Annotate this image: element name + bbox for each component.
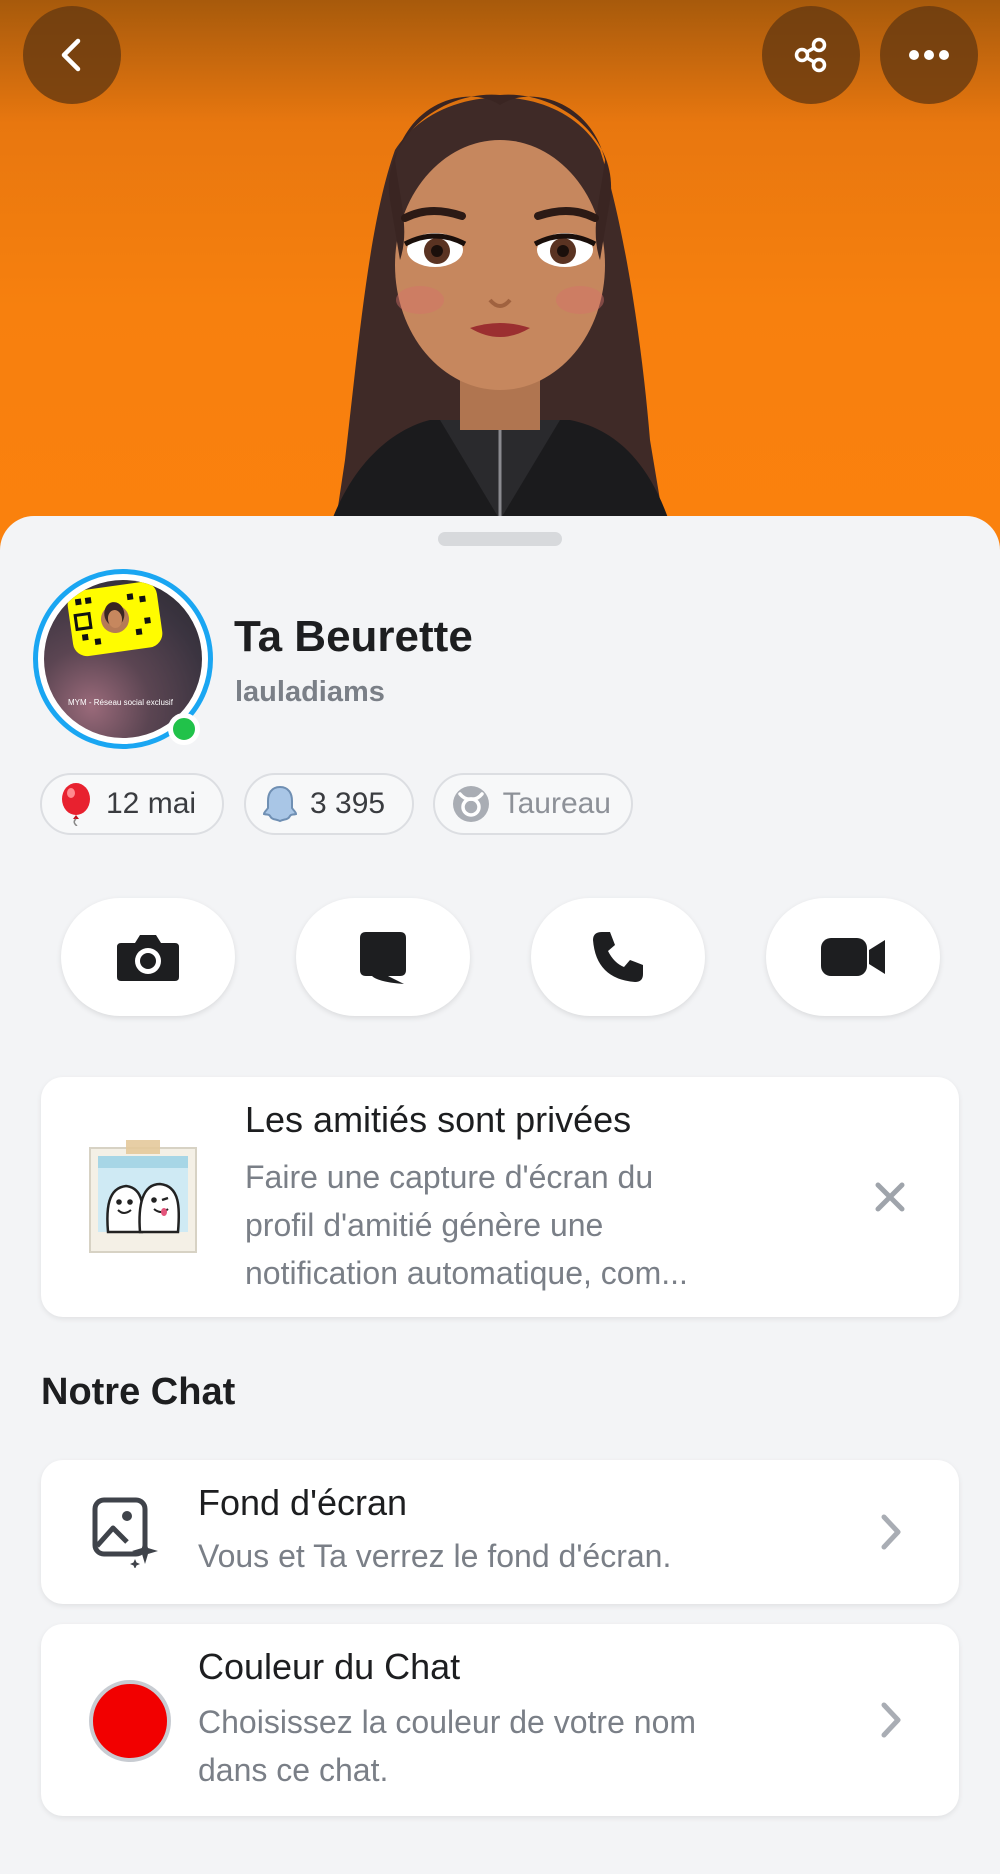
privacy-title: Les amitiés sont privées <box>245 1099 632 1140</box>
wallpaper-title: Fond d'écran <box>198 1482 408 1523</box>
camera-button[interactable] <box>61 898 235 1016</box>
share-button[interactable] <box>762 6 860 104</box>
chat-color-description-line-1: Choisissez la couleur de votre nom <box>198 1704 697 1740</box>
balloon-icon <box>62 783 90 826</box>
snapcode-icon <box>65 580 165 658</box>
privacy-notice-card: Les amitiés sont privées Faire une captu… <box>41 1077 959 1317</box>
share-icon <box>794 37 827 73</box>
chevron-right-icon <box>881 1702 901 1738</box>
wallpaper-setting-item[interactable]: Fond d'écran Vous et Ta verrez le fond d… <box>41 1460 959 1604</box>
wallpaper-icon <box>92 1497 158 1568</box>
chat-color-title: Couleur du Chat <box>198 1646 461 1687</box>
back-button[interactable] <box>23 6 121 104</box>
birthday-label: 12 mai <box>106 787 197 820</box>
voice-call-button[interactable] <box>531 898 705 1016</box>
privacy-description: Faire une capture d'écran du profil d'am… <box>245 1153 688 1297</box>
username: lauladiams <box>235 676 385 708</box>
snap-score-chip[interactable]: 3 395 <box>244 773 414 835</box>
chevron-left-icon <box>61 38 81 72</box>
chat-color-description-line-2: dans ce chat. <box>198 1752 389 1788</box>
online-status-dot <box>168 713 200 745</box>
chevron-right-icon <box>881 1514 901 1550</box>
snap-score-label: 3 395 <box>310 787 386 820</box>
birthday-chip[interactable]: 12 mai <box>40 773 224 835</box>
taurus-icon <box>453 786 489 822</box>
more-dots-icon <box>909 50 949 60</box>
zodiac-chip[interactable]: Taureau <box>433 773 633 835</box>
video-icon <box>821 938 885 976</box>
snapcode-caption: MYM - Réseau social exclusif <box>68 698 173 707</box>
chat-icon <box>360 932 406 984</box>
phone-icon <box>593 932 643 982</box>
bitmoji-hero <box>0 0 1000 560</box>
camera-icon <box>117 935 179 981</box>
chat-button[interactable] <box>296 898 470 1016</box>
chat-color-description: Choisissez la couleur de votre nom dans … <box>198 1698 696 1794</box>
privacy-description-line-1: Faire une capture d'écran du <box>245 1159 654 1195</box>
friendship-polaroid-icon <box>89 1140 197 1253</box>
display-name: Ta Beurette <box>234 612 473 661</box>
sheet-grabber[interactable] <box>438 532 562 546</box>
more-options-button[interactable] <box>880 6 978 104</box>
wallpaper-subtitle: Vous et Ta verrez le fond d'écran. <box>198 1538 672 1574</box>
privacy-description-line-2: profil d'amitié génère une <box>245 1207 604 1243</box>
chat-color-setting-item[interactable]: Couleur du Chat Choisissez la couleur de… <box>41 1624 959 1816</box>
video-call-button[interactable] <box>766 898 940 1016</box>
ghost-score-icon <box>262 785 298 823</box>
privacy-description-line-3: notification automatique, com... <box>245 1255 688 1291</box>
zodiac-label: Taureau <box>502 787 611 820</box>
chat-color-swatch <box>89 1680 171 1762</box>
close-icon[interactable] <box>873 1180 907 1214</box>
section-title: Notre Chat <box>41 1371 236 1413</box>
